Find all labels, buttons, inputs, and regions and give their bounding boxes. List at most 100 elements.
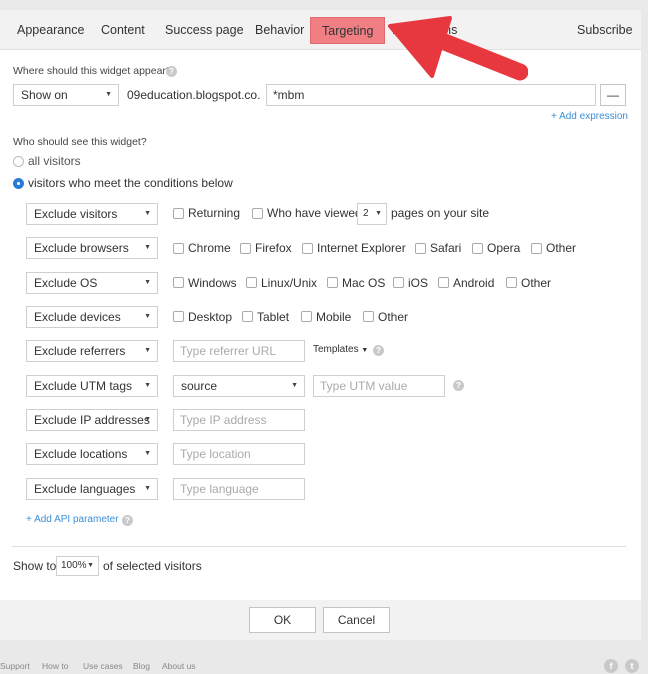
pages-suffix-label: pages on your site: [391, 206, 490, 220]
templates-dropdown[interactable]: Templates ▼: [313, 344, 368, 355]
language-placeholder: Type language: [180, 482, 259, 496]
footer-support-link[interactable]: Support: [0, 661, 30, 671]
tab-bar: Appearance Content Success page Behavior…: [0, 10, 641, 50]
checkbox-os-android[interactable]: [438, 277, 449, 288]
radio-conditions-label: visitors who meet the conditions below: [28, 176, 233, 190]
footer-blog-link[interactable]: Blog: [133, 661, 150, 671]
exclude-utm-select[interactable]: Exclude UTM tags ▼: [26, 375, 158, 397]
show-to-prefix: Show to: [13, 559, 57, 573]
remove-expression-button[interactable]: —: [600, 84, 626, 106]
checkbox-os-ios[interactable]: [393, 277, 404, 288]
chevron-down-icon: ▼: [144, 313, 151, 320]
exclude-languages-value: Exclude languages: [34, 482, 136, 496]
ok-button[interactable]: OK: [249, 607, 316, 633]
exclude-languages-select[interactable]: Exclude languages ▼: [26, 478, 158, 500]
chevron-down-icon: ▼: [144, 279, 151, 286]
checkbox-os-macos[interactable]: [327, 277, 338, 288]
os-other-label: Other: [521, 276, 552, 290]
checkbox-returning[interactable]: [173, 208, 184, 219]
exclude-visitors-select[interactable]: Exclude visitors ▼: [26, 203, 158, 225]
checkbox-os-windows[interactable]: [173, 277, 184, 288]
arrow-icon: [388, 16, 528, 81]
where-help-icon[interactable]: ?: [166, 66, 177, 77]
browser-safari-label: Safari: [430, 241, 462, 255]
footer-aboutus-link[interactable]: About us: [162, 661, 196, 671]
device-desktop-label: Desktop: [188, 310, 233, 324]
where-question: Where should this widget appear?: [13, 65, 172, 77]
language-input[interactable]: Type language: [173, 478, 305, 500]
show-mode-value: Show on: [21, 88, 68, 102]
chevron-down-icon: ▼: [361, 347, 369, 354]
add-api-parameter-link[interactable]: + Add API parameter: [26, 514, 119, 525]
exclude-visitors-value: Exclude visitors: [34, 207, 118, 221]
browser-ie-label: Internet Explorer: [317, 241, 406, 255]
chevron-down-icon: ▼: [144, 382, 151, 389]
checkbox-browser-other[interactable]: [531, 243, 542, 254]
location-input[interactable]: Type location: [173, 443, 305, 465]
browser-opera-label: Opera: [487, 241, 521, 255]
api-help-icon[interactable]: ?: [122, 515, 133, 526]
checkbox-browser-safari[interactable]: [415, 243, 426, 254]
footer-howto-link[interactable]: How to: [42, 661, 68, 671]
domain-value: 09education.blogspot.co...: [122, 84, 262, 106]
chevron-down-icon: ▼: [144, 450, 151, 457]
referrer-url-input[interactable]: Type referrer URL: [173, 340, 305, 362]
checkbox-who-have-viewed[interactable]: [252, 208, 263, 219]
tab-appearance[interactable]: Appearance: [17, 17, 84, 44]
checkbox-device-other[interactable]: [363, 311, 374, 322]
checkbox-device-tablet[interactable]: [242, 311, 253, 322]
checkbox-os-other[interactable]: [506, 277, 517, 288]
pages-count-select[interactable]: 2 ▼: [357, 203, 387, 225]
referrers-help-icon[interactable]: ?: [373, 345, 384, 356]
utm-value-input[interactable]: Type UTM value: [313, 375, 445, 397]
url-expression-input[interactable]: *mbm: [266, 84, 596, 106]
exclude-ip-value: Exclude IP addresses: [34, 413, 150, 427]
checkbox-browser-ie[interactable]: [302, 243, 313, 254]
chevron-down-icon: ▼: [87, 562, 94, 569]
tab-targeting[interactable]: Targeting: [310, 17, 386, 44]
radio-all-visitors[interactable]: [13, 156, 24, 167]
os-android-label: Android: [453, 276, 495, 290]
exclude-browsers-select[interactable]: Exclude browsers ▼: [26, 237, 158, 259]
checkbox-browser-opera[interactable]: [472, 243, 483, 254]
tab-success-page[interactable]: Success page: [165, 17, 244, 44]
show-mode-select[interactable]: Show on ▼: [13, 84, 119, 106]
exclude-devices-select[interactable]: Exclude devices ▼: [26, 306, 158, 328]
top-strip: [0, 0, 648, 10]
exclude-ip-select[interactable]: Exclude IP addresses ▼: [26, 409, 158, 431]
exclude-locations-value: Exclude locations: [34, 447, 128, 461]
tab-behavior[interactable]: Behavior: [255, 17, 304, 44]
who-question: Who should see this widget?: [13, 136, 147, 148]
exclude-browsers-value: Exclude browsers: [34, 241, 129, 255]
facebook-icon[interactable]: f: [604, 659, 618, 673]
twitter-icon[interactable]: t: [625, 659, 639, 673]
radio-conditions[interactable]: [13, 178, 24, 189]
templates-label: Templates: [313, 344, 359, 355]
chevron-down-icon: ▼: [144, 244, 151, 251]
os-macos-label: Mac OS: [342, 276, 386, 290]
exclude-referrers-value: Exclude referrers: [34, 344, 126, 358]
footer-usecases-link[interactable]: Use cases: [83, 661, 123, 671]
os-windows-label: Windows: [188, 276, 237, 290]
exclude-os-value: Exclude OS: [34, 276, 98, 290]
cancel-button[interactable]: Cancel: [323, 607, 390, 633]
checkbox-device-mobile[interactable]: [301, 311, 312, 322]
show-to-percent-select[interactable]: 100% ▼: [56, 556, 99, 576]
exclude-locations-select[interactable]: Exclude locations ▼: [26, 443, 158, 465]
ip-address-input[interactable]: Type IP address: [173, 409, 305, 431]
exclude-utm-value: Exclude UTM tags: [34, 379, 133, 393]
tab-subscribe[interactable]: Subscribe: [577, 17, 633, 44]
checkbox-os-linux[interactable]: [246, 277, 257, 288]
tab-content[interactable]: Content: [101, 17, 145, 44]
utm-param-select[interactable]: source ▼: [173, 375, 305, 397]
browser-firefox-label: Firefox: [255, 241, 292, 255]
checkbox-browser-chrome[interactable]: [173, 243, 184, 254]
checkbox-device-desktop[interactable]: [173, 311, 184, 322]
annotation-arrow: [388, 16, 528, 81]
checkbox-browser-firefox[interactable]: [240, 243, 251, 254]
utm-help-icon[interactable]: ?: [453, 380, 464, 391]
exclude-os-select[interactable]: Exclude OS ▼: [26, 272, 158, 294]
add-expression-link[interactable]: + Add expression: [551, 111, 628, 122]
exclude-referrers-select[interactable]: Exclude referrers ▼: [26, 340, 158, 362]
who-have-viewed-label: Who have viewed: [267, 206, 362, 220]
